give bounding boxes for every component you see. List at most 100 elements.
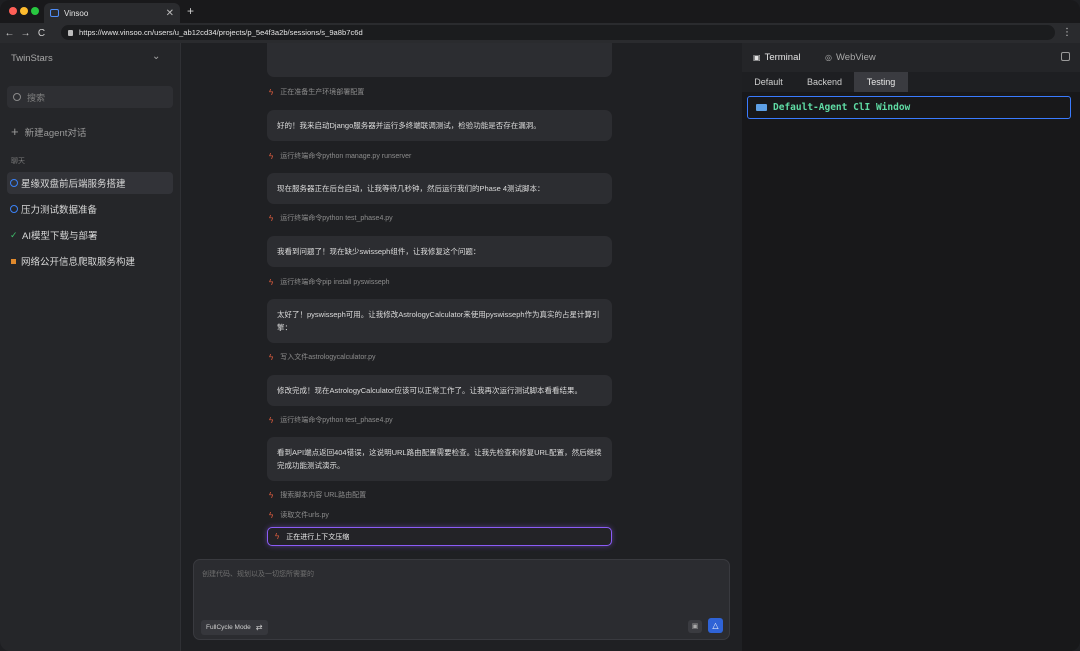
sidebar-item-label: AI模型下载与部署 (22, 231, 98, 242)
terminal-icon: ▣ (753, 53, 761, 62)
tool-action-label: 运行终端命令pip install pyswisseph (280, 279, 390, 286)
close-window-button[interactable] (9, 7, 17, 15)
new-tab-button[interactable]: + (187, 5, 194, 17)
plus-icon: + (11, 124, 19, 139)
active-tool-action: ϟ 正在进行上下文压缩 (267, 527, 612, 546)
url-text: https://www.vinsoo.cn/users/u_ab12cd34/p… (79, 28, 363, 37)
tool-action-label: 运行终端命令python test_phase4.py (280, 417, 393, 424)
tab-label: WebView (835, 52, 876, 63)
tool-action-label: 写入文件astrologycalculator.py (280, 354, 376, 361)
bolt-icon: ϟ (269, 151, 274, 161)
send-button[interactable]: △ (708, 618, 723, 633)
lock-icon (68, 29, 73, 36)
sidebar-item-conversation[interactable]: ✓ AI模型下载与部署 (7, 224, 173, 246)
chat-message-text: 我看到问题了！现在缺少swisseph组件，让我修复这个问题： (277, 247, 481, 256)
subtab-backend[interactable]: Backend (795, 72, 854, 92)
chevron-down-icon[interactable]: ⌄ (152, 51, 160, 62)
check-icon: ✓ (10, 230, 18, 240)
app-window: Vinsoo ✕ + ← → C https://www.vinsoo.cn/u… (0, 0, 1080, 651)
search-icon (13, 93, 21, 101)
active-tool-action-label: 正在进行上下文压缩 (286, 533, 350, 541)
fullcycle-mode-toggle[interactable]: FullCycle Mode ⇄ (201, 620, 268, 635)
globe-icon: ◎ (825, 53, 832, 62)
chat-message-text: 太好了！pyswisseph可用。让我修改AstrologyCalculator… (277, 310, 600, 332)
laptop-icon (756, 104, 767, 111)
tool-action: ϟ 读取文件urls.py (269, 510, 329, 520)
chat-message: 好的！我来启动Django服务器并运行多终端联调测试，检验功能是否存在漏洞。 (267, 110, 612, 141)
chat-message: 我看到问题了！现在缺少swisseph组件，让我修复这个问题： (267, 236, 612, 267)
terminal-window[interactable]: Default-Agent ClI Window (747, 96, 1071, 119)
terminal-subtabs: Default Backend Testing (742, 72, 1080, 92)
search-placeholder: 搜索 (27, 92, 46, 103)
square-icon (11, 258, 16, 264)
url-input[interactable]: https://www.vinsoo.cn/users/u_ab12cd34/p… (61, 25, 1055, 40)
subtab-testing[interactable]: Testing (854, 72, 908, 92)
ring-icon (10, 205, 18, 213)
bolt-icon: ϟ (269, 490, 274, 500)
composer-placeholder: 创建代码、规划以及一切您所需要的 (202, 571, 314, 578)
tool-action: ϟ 运行终端命令pip install pyswisseph (269, 277, 390, 287)
sidebar-item-conversation[interactable]: 网络公开信息爬取服务构建 (7, 250, 173, 272)
new-agent-label: 新建agent对话 (24, 128, 87, 139)
chat-panel: ϟ 正在准备生产环境部署配置 好的！我来启动Django服务器并运行多终端联调测… (181, 43, 742, 651)
bolt-icon: ϟ (269, 277, 274, 287)
search-input[interactable]: 搜索 (7, 86, 173, 108)
tool-action: ϟ 搜索脚本内容 URL路由配置 (269, 490, 366, 500)
chat-message (267, 43, 612, 77)
tab-webview[interactable]: ◎ WebView (825, 52, 876, 63)
bolt-icon: ϟ (269, 415, 274, 425)
browser-tab[interactable]: Vinsoo ✕ (44, 3, 180, 23)
chat-message-text: 现在服务器正在后台启动，让我等待几秒钟，然后运行我们的Phase 4测试脚本： (277, 184, 545, 193)
bolt-icon: ϟ (269, 510, 274, 520)
chat-message-text: 好的！我来启动Django服务器并运行多终端联调测试，检验功能是否存在漏洞。 (277, 121, 541, 130)
bolt-icon: ϟ (269, 213, 274, 223)
browser-tab-title: Vinsoo (64, 8, 89, 18)
tool-action: ϟ 运行终端命令python test_phase4.py (269, 415, 393, 425)
tool-action-label: 正在准备生产环境部署配置 (280, 89, 365, 96)
chat-message: 看到API端点返回404错误，这说明URL路由配置需要检查。让我先检查和修复UR… (267, 437, 612, 481)
sidebar-item-label: 星缘双盘前后端服务搭建 (21, 179, 126, 190)
message-composer[interactable]: 创建代码、规划以及一切您所需要的 FullCycle Mode ⇄ ▣ △ (193, 559, 730, 640)
sidebar-item-conversation[interactable]: 星缘双盘前后端服务搭建 (7, 172, 173, 194)
tab-close-icon[interactable]: ✕ (166, 8, 174, 19)
image-upload-button[interactable]: ▣ (688, 620, 702, 633)
swap-icon: ⇄ (255, 623, 263, 632)
address-bar: ← → C https://www.vinsoo.cn/users/u_ab12… (0, 23, 1080, 43)
tool-action-label: 搜索脚本内容 URL路由配置 (280, 492, 367, 499)
chat-message: 修改完成！现在AstrologyCalculator应该可以正常工作了。让我再次… (267, 375, 612, 406)
subtab-default[interactable]: Default (742, 72, 795, 92)
sidebar-item-label: 压力测试数据准备 (21, 205, 98, 216)
sidebar-item-label: 网络公开信息爬取服务构建 (21, 257, 136, 268)
tool-action: ϟ 运行终端命令python test_phase4.py (269, 213, 393, 223)
chat-message-text: 修改完成！现在AstrologyCalculator应该可以正常工作了。让我再次… (277, 386, 583, 395)
reload-button[interactable]: C (35, 28, 48, 39)
chat-message-text: 看到API端点返回404错误，这说明URL路由配置需要检查。让我先检查和修复UR… (277, 448, 602, 470)
maximize-window-button[interactable] (31, 7, 39, 15)
sidebar: TwinStars ⌄ 搜索 + 新建agent对话 聊天 星缘双盘前后端服务搭… (0, 43, 181, 651)
bolt-icon: ϟ (275, 532, 280, 541)
tool-action: ϟ 写入文件astrologycalculator.py (269, 352, 376, 362)
browser-tab-strip: Vinsoo ✕ + (0, 0, 1080, 23)
tool-action: ϟ 运行终端命令python manage.py runserver (269, 151, 411, 161)
forward-button[interactable]: → (19, 28, 32, 39)
terminal-window-title: Default-Agent ClI Window (773, 102, 911, 113)
tool-action-label: 运行终端命令python test_phase4.py (280, 215, 393, 222)
right-panel: ▣ Terminal ◎ WebView Default Backend Tes… (742, 43, 1080, 651)
back-button[interactable]: ← (3, 28, 16, 39)
mode-label: FullCycle Mode (206, 624, 251, 631)
tab-terminal[interactable]: ▣ Terminal (753, 52, 800, 63)
new-agent-button[interactable]: + 新建agent对话 (11, 125, 86, 139)
tool-action: ϟ 正在准备生产环境部署配置 (269, 87, 364, 97)
favicon-icon (50, 9, 59, 17)
tool-action-label: 运行终端命令python manage.py runserver (280, 153, 412, 160)
browser-menu-button[interactable]: ⋮ (1062, 27, 1072, 38)
bolt-icon: ϟ (269, 352, 274, 362)
minimize-window-button[interactable] (20, 7, 28, 15)
tool-action-label: 读取文件urls.py (280, 512, 329, 519)
right-panel-header: ▣ Terminal ◎ WebView (742, 43, 1080, 72)
image-icon: ▣ (691, 623, 699, 630)
expand-icon[interactable] (1061, 52, 1070, 61)
section-label: 聊天 (11, 158, 25, 165)
chat-message: 现在服务器正在后台启动，让我等待几秒钟，然后运行我们的Phase 4测试脚本： (267, 173, 612, 204)
sidebar-item-conversation[interactable]: 压力测试数据准备 (7, 198, 173, 220)
